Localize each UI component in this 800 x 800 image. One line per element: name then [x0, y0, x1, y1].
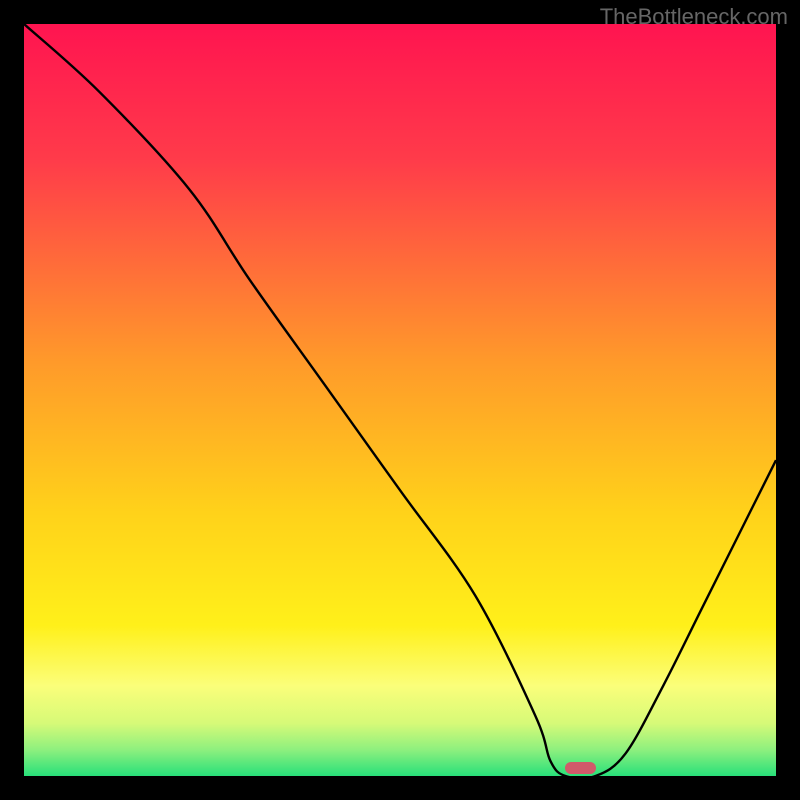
chart-curve: [24, 24, 776, 776]
chart-plot-area: [24, 24, 776, 776]
watermark-text: TheBottleneck.com: [600, 4, 788, 30]
optimum-marker: [565, 762, 595, 774]
